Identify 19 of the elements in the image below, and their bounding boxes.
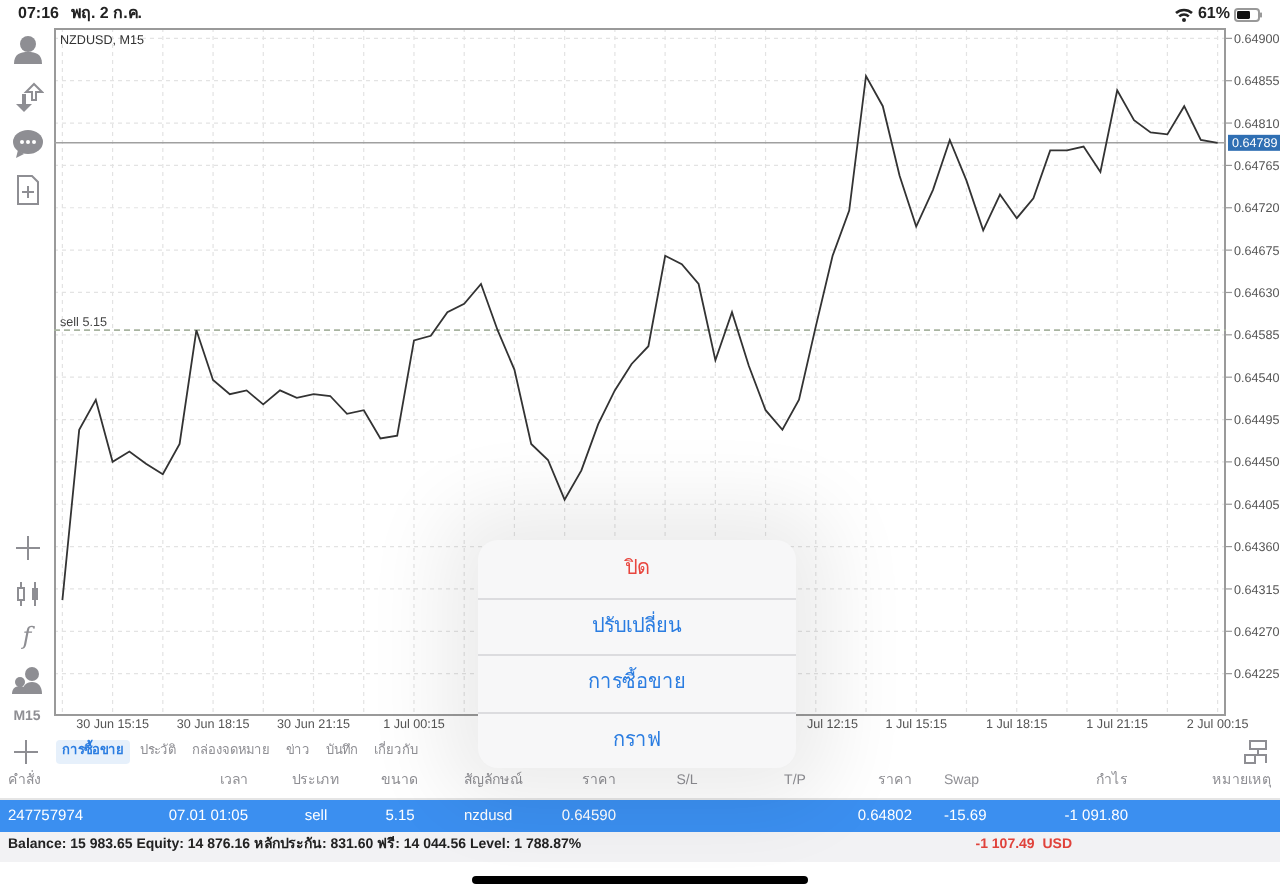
candlestick-icon[interactable] — [11, 577, 43, 609]
account-icon[interactable] — [11, 34, 43, 66]
layout-icon[interactable] — [1244, 739, 1268, 763]
crosshair-icon[interactable] — [11, 531, 43, 563]
function-icon[interactable]: f — [22, 619, 32, 651]
chat-icon[interactable] — [11, 128, 43, 160]
trade-arrows-icon[interactable] — [11, 82, 43, 114]
objects-icon[interactable] — [11, 663, 43, 695]
date-text: พฤ. 2 ก.ค. — [70, 2, 143, 26]
battery-percent: 61% — [1197, 2, 1230, 26]
add-icon[interactable] — [14, 739, 38, 763]
wifi-icon — [1173, 6, 1194, 22]
new-document-icon[interactable] — [11, 174, 43, 206]
menu-item[interactable]: ปรับเปลี่ยน — [478, 597, 796, 654]
menu-item[interactable]: การซื้อขาย — [478, 654, 796, 711]
menu-item[interactable]: กราฟ — [478, 711, 796, 768]
menu-item[interactable]: ปิด — [478, 540, 796, 597]
clock-time: 07:16 — [18, 2, 59, 26]
battery-icon — [1234, 7, 1262, 21]
